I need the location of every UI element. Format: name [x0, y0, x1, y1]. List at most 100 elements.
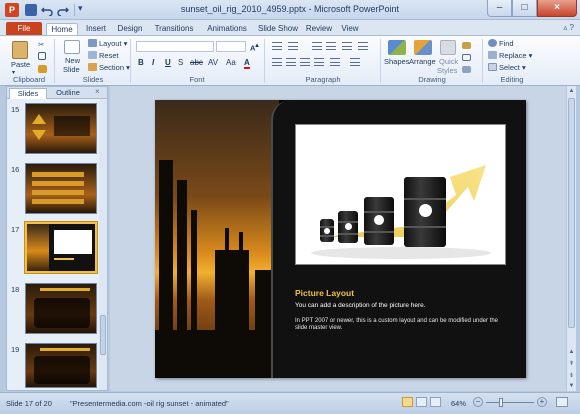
align-left-icon[interactable] [272, 58, 282, 66]
tab-animations[interactable]: Animations [202, 23, 252, 35]
align-center-icon[interactable] [286, 58, 296, 66]
underline-button[interactable]: U [165, 58, 171, 67]
slide-scrollbar[interactable]: ▲ ▲ ⇞ ⇟ ▼ [566, 86, 576, 391]
slide-thumbnail[interactable] [25, 163, 97, 214]
arrange-button[interactable]: Arrange [409, 57, 436, 66]
slide-title[interactable]: Picture Layout [295, 288, 354, 298]
pane-tab-outline[interactable]: Outline [49, 88, 87, 99]
thumbnail-number: 16 [11, 165, 20, 174]
oil-barrel-icon [320, 219, 334, 242]
align-right-icon[interactable] [300, 58, 310, 66]
find-button[interactable]: Find [488, 39, 514, 48]
font-name-field[interactable] [136, 41, 214, 52]
close-button[interactable]: × [537, 0, 577, 17]
zoom-out-button[interactable]: − [473, 397, 483, 407]
scroll-down-icon[interactable]: ▼ [567, 382, 576, 391]
tab-view[interactable]: View [338, 23, 362, 35]
section-label: Section [99, 63, 125, 72]
numbering-icon[interactable] [288, 42, 298, 50]
character-spacing-button[interactable]: AV [208, 58, 218, 67]
tab-transitions[interactable]: Transitions [150, 23, 198, 35]
slide-thumbnail[interactable] [25, 343, 97, 388]
tab-file[interactable]: File [6, 22, 42, 35]
theme-name[interactable]: "Presentermedia.com -oil rig sunset - an… [70, 399, 229, 408]
scrollbar-thumb[interactable] [568, 98, 575, 328]
line-spacing-icon[interactable] [342, 42, 352, 50]
scroll-up-icon[interactable]: ▲ [567, 87, 576, 96]
oil-drop-logo [418, 203, 432, 217]
close-pane-icon[interactable]: × [95, 87, 100, 96]
select-button[interactable]: Select ▾ [488, 63, 526, 72]
slide-sorter-view-button[interactable] [416, 397, 427, 407]
tab-insert[interactable]: Insert [82, 23, 110, 35]
shapes-icon[interactable] [388, 40, 406, 55]
picture-placeholder[interactable] [295, 124, 506, 265]
zoom-in-button[interactable]: + [537, 397, 547, 407]
scroll-up-icon[interactable]: ▲ [567, 348, 576, 357]
new-slide-button-line2[interactable]: Slide [63, 65, 80, 74]
grow-font-icon[interactable]: A▴ [250, 42, 259, 53]
new-slide-button[interactable]: New [65, 56, 80, 65]
slide-note[interactable]: In PPT 2007 or newer, this is a custom l… [295, 318, 510, 332]
arrange-icon[interactable] [414, 40, 432, 55]
italic-button[interactable]: I [152, 58, 154, 67]
bold-button[interactable]: B [138, 58, 144, 67]
shape-effects-icon[interactable] [462, 66, 471, 73]
minimize-button[interactable]: – [487, 0, 512, 17]
font-color-button[interactable]: A [244, 58, 250, 69]
quick-styles-button[interactable]: Quick [439, 57, 458, 66]
font-size-field[interactable] [216, 41, 246, 52]
pane-tab-bar: Slides Outline × [7, 87, 107, 99]
section-button[interactable]: Section ▾ [88, 63, 130, 72]
strikethrough-button[interactable]: abc [190, 58, 203, 67]
tab-slide-show[interactable]: Slide Show [256, 23, 300, 35]
fit-slide-button[interactable] [556, 397, 568, 407]
help-icons[interactable]: ▵ ? [563, 23, 574, 32]
normal-view-button[interactable] [402, 397, 413, 407]
cut-icon[interactable]: ✂ [38, 40, 44, 49]
shadow-button[interactable]: S [178, 58, 183, 67]
shape-outline-icon[interactable] [462, 54, 471, 61]
decrease-indent-icon[interactable] [312, 42, 322, 50]
increase-indent-icon[interactable] [326, 42, 336, 50]
quick-styles-button-line2[interactable]: Styles [437, 66, 457, 75]
text-direction-icon[interactable] [358, 42, 368, 50]
format-painter-icon[interactable] [38, 65, 47, 73]
justify-icon[interactable] [314, 58, 324, 66]
slide-thumbnail[interactable] [25, 283, 97, 334]
bullets-icon[interactable] [272, 42, 282, 50]
scrollbar-thumb[interactable] [100, 315, 106, 355]
quick-styles-icon[interactable] [440, 40, 456, 55]
slide-thumbnail[interactable] [25, 103, 97, 154]
smartart-icon[interactable] [350, 58, 360, 66]
previous-slide-icon[interactable]: ⇞ [567, 360, 576, 369]
reset-button[interactable]: Reset [88, 51, 119, 60]
zoom-level[interactable]: 64% [451, 399, 466, 408]
tab-review[interactable]: Review [304, 23, 334, 35]
change-case-button[interactable]: Aa [226, 58, 236, 67]
columns-icon[interactable] [330, 58, 340, 66]
slides-pane: Slides Outline × 15 16 17 18 19 [6, 86, 108, 391]
shape-fill-icon[interactable] [462, 42, 471, 49]
replace-button[interactable]: Replace ▾ [488, 51, 532, 60]
new-slide-icon[interactable] [64, 40, 80, 54]
thumbnail-bar [32, 199, 84, 204]
current-slide[interactable]: Picture Layout You can add a description… [155, 100, 526, 378]
next-slide-icon[interactable]: ⇟ [567, 372, 576, 381]
tab-home[interactable]: Home [46, 23, 78, 35]
pane-tab-slides[interactable]: Slides [9, 88, 47, 99]
zoom-slider-thumb[interactable] [499, 398, 503, 407]
maximize-button[interactable]: □ [512, 0, 537, 17]
zoom-slider[interactable] [486, 402, 534, 403]
paste-icon[interactable] [12, 41, 28, 59]
group-separator [130, 39, 131, 83]
shapes-button[interactable]: Shapes [384, 57, 409, 66]
layout-button[interactable]: Layout ▾ [88, 39, 127, 48]
paste-button[interactable]: Paste [11, 60, 30, 69]
copy-icon[interactable] [38, 52, 46, 60]
slides-pane-scrollbar[interactable] [99, 100, 107, 390]
tab-design[interactable]: Design [114, 23, 146, 35]
slide-description[interactable]: You can add a description of the picture… [295, 302, 426, 309]
slide-thumbnail-selected[interactable] [24, 221, 98, 274]
reading-view-button[interactable] [430, 397, 441, 407]
